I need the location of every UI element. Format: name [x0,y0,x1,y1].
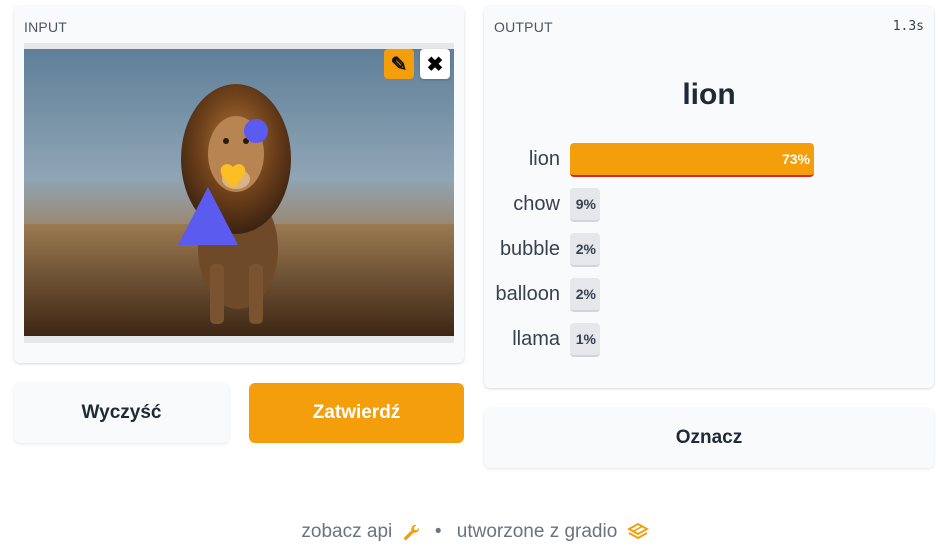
confidence-bar: 73% [570,143,814,177]
view-api-link[interactable]: zobacz api [301,521,392,542]
confidence-label: balloon [495,283,560,305]
image-sketch-canvas[interactable]: ✎ ✖ [24,43,454,343]
confidence-row: lion 73% [484,143,934,177]
input-panel: INPUT ✎ ✖ [14,6,464,363]
submit-button[interactable]: Zatwierdź [249,383,464,443]
wrench-icon [403,524,419,540]
confidence-row: chow 9% [484,188,934,222]
confidence-value: 1% [575,331,596,347]
sketch-circle-shape [244,119,268,143]
confidence-row: balloon 2% [484,278,934,312]
flag-button[interactable]: Oznacz [484,408,934,468]
confidence-label: lion [528,148,560,170]
built-with-gradio-link[interactable]: utworzone z gradio [457,521,618,542]
predicted-label: lion [682,78,736,111]
clear-button[interactable]: Wyczyść [14,383,229,443]
confidence-bar: 2% [570,278,600,312]
output-panel: OUTPUT 1.3s lion lion 73% chow 9% bubble 2% ba… [484,6,934,388]
confidence-bar: 2% [570,233,600,267]
close-icon[interactable]: ✖ [420,49,450,79]
confidence-row: llama 1% [484,323,934,357]
footer: zobacz api • utworzone z gradio [0,521,950,543]
confidence-row: bubble 2% [484,233,934,267]
footer-separator: • [434,521,442,542]
confidence-value: 2% [575,286,596,302]
confidence-label: chow [513,193,560,215]
timing-badge: 1.3s [892,19,924,34]
pencil-icon[interactable]: ✎ [384,49,414,79]
gradio-logo-icon [626,522,649,540]
lion-image [24,49,454,336]
confidence-bar: 1% [570,323,600,357]
confidence-bar: 9% [570,188,600,222]
confidence-label: llama [512,328,560,350]
confidence-value: 9% [575,196,596,212]
input-label: INPUT [24,19,67,35]
confidence-value: 2% [575,241,596,257]
confidence-label: bubble [499,238,560,260]
output-label: OUTPUT [494,19,553,35]
confidence-value: 73% [781,151,810,167]
